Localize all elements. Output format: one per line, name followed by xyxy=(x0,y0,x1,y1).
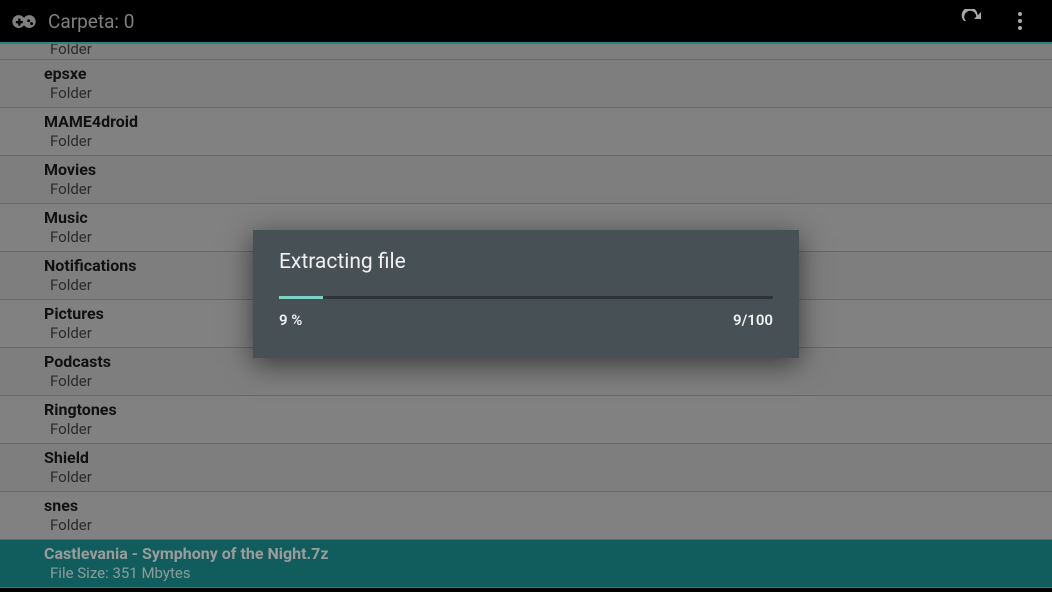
app-title: Carpeta: 0 xyxy=(48,10,134,33)
progress-fraction: 9/100 xyxy=(733,311,773,329)
more-vert-icon xyxy=(1008,9,1032,33)
dialog-title: Extracting file xyxy=(279,250,773,274)
overflow-menu-button[interactable] xyxy=(996,0,1044,43)
refresh-icon xyxy=(960,9,984,33)
refresh-button[interactable] xyxy=(948,0,996,43)
gamepad-icon xyxy=(8,5,40,37)
content-area: Folder epsxeFolderMAME4droidFolderMovies… xyxy=(0,44,1052,590)
action-bar: Carpeta: 0 xyxy=(0,0,1052,44)
progress-bar xyxy=(279,296,773,299)
progress-percent: 9 % xyxy=(279,311,302,329)
progress-labels: 9 % 9/100 xyxy=(279,311,773,329)
extract-dialog: Extracting file 9 % 9/100 xyxy=(253,230,799,358)
progress-fill xyxy=(279,296,323,299)
